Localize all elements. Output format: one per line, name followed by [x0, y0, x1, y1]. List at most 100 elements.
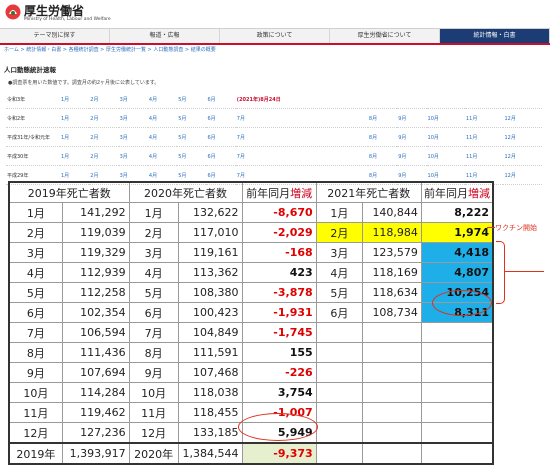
deaths-2021	[362, 322, 422, 343]
deaths-2021	[362, 382, 422, 403]
month-link[interactable]: 1月	[60, 108, 90, 128]
month-link[interactable]: 7月	[235, 108, 368, 128]
nav-tab-about[interactable]: 厚生労働省について	[330, 29, 440, 43]
month-2021: 6月	[315, 302, 364, 323]
month-link[interactable]: 9月	[397, 146, 427, 166]
table-row: 6月 102,354 6月 100,423 -1,931 6月 108,734 8,311	[8, 302, 494, 323]
month-2020: 12月	[128, 422, 179, 444]
deaths-2021	[362, 422, 422, 444]
month-link[interactable]: 6月	[206, 108, 236, 128]
nav-tab-theme[interactable]: テーマ別に探す	[0, 29, 110, 43]
total-year-2020: 2020年	[128, 442, 179, 465]
header-change-2021: 前年同月増減	[420, 181, 494, 203]
month-link[interactable]: 2月	[89, 108, 119, 128]
month-row-label: 平成31年/令和元年	[6, 127, 60, 147]
month-row-label: 令和2年	[6, 108, 60, 128]
month-link[interactable]: 12月	[503, 127, 542, 147]
month-2021: 1月	[315, 202, 364, 223]
total-change-2020: -9,373	[241, 442, 317, 465]
change-2020: -226	[241, 362, 317, 383]
change-2020: 155	[241, 342, 317, 363]
total-row: 2019年 1,393,917 2020年 1,384,544 -9,373	[8, 442, 494, 465]
deaths-2019: 119,039	[61, 222, 130, 243]
month-2019: 9月	[8, 362, 63, 383]
month-link[interactable]: 6月	[206, 90, 236, 109]
month-2019: 8月	[8, 342, 63, 363]
change-2020: -1,745	[241, 322, 317, 343]
month-2020: 3月	[128, 242, 179, 263]
change-2021: 8,222	[420, 202, 494, 223]
change-2021	[420, 362, 494, 383]
month-link[interactable]: 4月	[147, 146, 178, 166]
month-link[interactable]: 9月	[397, 127, 427, 147]
change-2020: -1,931	[241, 302, 317, 323]
nav-tab-news[interactable]: 報道・広報	[110, 29, 220, 43]
month-link[interactable]: 5月	[177, 108, 207, 128]
month-link[interactable]: 4月	[147, 90, 178, 109]
month-link[interactable]: 5月	[177, 127, 207, 147]
month-link[interactable]: 8月	[367, 108, 398, 128]
month-2019: 3月	[8, 242, 63, 263]
month-link[interactable]: 5月	[177, 90, 207, 109]
month-2019: 2月	[8, 222, 63, 243]
month-2020: 7月	[128, 322, 179, 343]
month-2021: 3月	[315, 242, 364, 263]
month-link[interactable]: 11月	[464, 146, 504, 166]
deaths-2021	[362, 342, 422, 363]
month-link[interactable]: 3月	[118, 108, 148, 128]
nav-tab-statistics[interactable]: 統計情報・白書	[440, 29, 550, 43]
deaths-2019: 114,284	[61, 382, 130, 403]
deaths-2020: 118,455	[177, 402, 243, 423]
month-link[interactable]: 2月	[89, 90, 119, 109]
month-link[interactable]: 12月	[503, 165, 542, 185]
header-change-2020: 前年同月増減	[241, 181, 317, 203]
month-link[interactable]: 6月	[206, 127, 236, 147]
month-link[interactable]: 4月	[147, 108, 178, 128]
month-link-empty	[426, 90, 465, 109]
month-link[interactable]: 2月	[89, 146, 119, 166]
month-link[interactable]: 4月	[147, 127, 178, 147]
deaths-2019: 127,236	[61, 422, 130, 444]
month-link[interactable]: 8月	[367, 127, 398, 147]
month-link[interactable]: 9月	[397, 108, 427, 128]
deaths-2019: 107,694	[61, 362, 130, 383]
month-link[interactable]: 1月	[60, 146, 90, 166]
month-link[interactable]: 8月	[367, 146, 398, 166]
breadcrumb[interactable]: ホーム > 統計情報・白書 > 各種統計調査 > 厚生労働統計一覧 > 人口動態…	[4, 46, 216, 53]
change-2020: -3,878	[241, 282, 317, 303]
deaths-2020: 107,468	[177, 362, 243, 383]
month-link[interactable]: 1月	[60, 127, 90, 147]
month-link[interactable]: 6月	[206, 146, 236, 166]
total-year-2019: 2019年	[8, 442, 63, 465]
month-link[interactable]: 10月	[426, 127, 465, 147]
deaths-2019: 111,436	[61, 342, 130, 363]
change-2021	[420, 402, 494, 423]
deaths-2021: 118,634	[362, 282, 422, 303]
month-link[interactable]: 11月	[464, 108, 504, 128]
month-link[interactable]: 7月	[235, 127, 368, 147]
month-2020: 5月	[128, 282, 179, 303]
nav-tab-policy[interactable]: 政策について	[220, 29, 330, 43]
month-link[interactable]: 3月	[118, 90, 148, 109]
month-link[interactable]: 5月	[177, 146, 207, 166]
month-link[interactable]: 2月	[89, 127, 119, 147]
month-link[interactable]: 10月	[426, 108, 465, 128]
month-link[interactable]: 7月	[235, 146, 368, 166]
change-2021: 1,974	[420, 222, 494, 243]
page-note: ●調査票を用いた数値です。調査月の約2ヶ月後に公表しています。	[8, 80, 160, 86]
month-link[interactable]: 3月	[118, 146, 148, 166]
bracket-pointer-line	[504, 271, 544, 272]
change-2020: -168	[241, 242, 317, 263]
month-link[interactable]: 3月	[118, 127, 148, 147]
month-link[interactable]: 10月	[426, 146, 465, 166]
ministry-logo-icon[interactable]	[5, 4, 21, 20]
table-row: 3月 119,329 3月 119,161 -168 3月 123,579 4,418	[8, 242, 494, 263]
month-link[interactable]: 12月	[503, 108, 542, 128]
month-link[interactable]: 11月	[464, 127, 504, 147]
month-link[interactable]: 12月	[503, 146, 542, 166]
deaths-2020: 117,010	[177, 222, 243, 243]
month-2020: 8月	[128, 342, 179, 363]
month-2019: 12月	[8, 422, 63, 444]
deaths-2021: 118,984	[362, 222, 422, 243]
month-link[interactable]: 1月	[60, 90, 90, 109]
